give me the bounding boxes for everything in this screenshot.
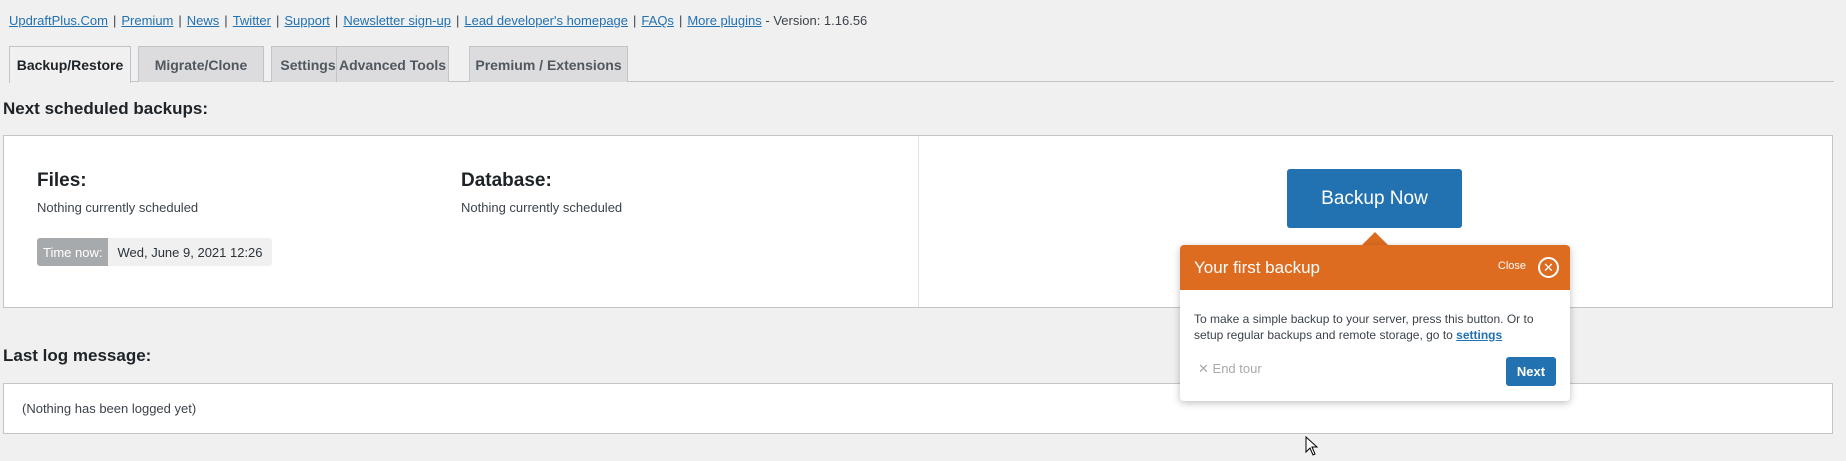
next-scheduled-title: Next scheduled backups: xyxy=(3,99,209,118)
database-heading: Database: xyxy=(461,170,552,191)
tab-premium-extensions[interactable]: Premium / Extensions xyxy=(469,46,628,82)
end-tour-button[interactable]: ✕ End tour xyxy=(1198,361,1262,377)
close-x-icon: ✕ xyxy=(1198,361,1209,376)
link-support[interactable]: Support xyxy=(284,13,330,28)
tour-body: To make a simple backup to your server, … xyxy=(1180,290,1570,343)
tab-advanced-tools[interactable]: Advanced Tools xyxy=(336,46,449,82)
backup-now-button[interactable]: Backup Now xyxy=(1287,169,1462,228)
files-heading: Files: xyxy=(37,170,87,191)
files-schedule: Files: Nothing currently scheduled xyxy=(37,170,198,215)
link-updraftplus-com[interactable]: UpdraftPlus.Com xyxy=(9,13,108,28)
separator: | xyxy=(275,13,280,28)
separator: | xyxy=(678,13,683,28)
link-premium[interactable]: Premium xyxy=(121,13,173,28)
time-now-value: Wed, June 9, 2021 12:26 xyxy=(108,238,272,266)
end-tour-label: End tour xyxy=(1212,361,1262,376)
close-icon[interactable]: ✕ xyxy=(1538,257,1559,278)
files-status: Nothing currently scheduled xyxy=(37,200,199,215)
database-status: Nothing currently scheduled xyxy=(461,200,623,215)
separator: | xyxy=(455,13,460,28)
tour-close-link[interactable]: Close xyxy=(1498,260,1526,272)
last-log-title: Last log message: xyxy=(3,346,152,365)
separator: | xyxy=(178,13,182,28)
time-now-badge: Time now: Wed, June 9, 2021 12:26 xyxy=(37,238,272,266)
tour-title: Your first backup xyxy=(1194,257,1320,277)
tab-backup-restore[interactable]: Backup/Restore xyxy=(9,46,131,83)
tab-settings[interactable]: Settings xyxy=(271,46,345,82)
tour-settings-link[interactable]: settings xyxy=(1456,328,1502,342)
link-more-plugins[interactable]: More plugins xyxy=(687,13,761,28)
log-message: (Nothing has been logged yet) xyxy=(22,401,197,416)
tab-bar: Backup/Restore Migrate/Clone Settings Ad… xyxy=(9,46,1834,83)
separator: | xyxy=(633,13,637,28)
link-lead-developer-homepage[interactable]: Lead developer's homepage xyxy=(464,13,628,28)
database-schedule: Database: Nothing currently scheduled xyxy=(461,170,622,215)
tour-next-button[interactable]: Next xyxy=(1506,357,1556,386)
separator: | xyxy=(334,13,339,28)
separator: | xyxy=(112,13,117,28)
link-news[interactable]: News xyxy=(187,13,220,28)
panel-divider xyxy=(918,136,919,307)
tour-pointer-arrow xyxy=(1361,232,1389,246)
version-text: - Version: 1.16.56 xyxy=(765,13,868,28)
link-faqs[interactable]: FAQs xyxy=(641,13,674,28)
tour-header: Your first backup Close ✕ xyxy=(1180,245,1570,290)
mouse-cursor-icon xyxy=(1305,436,1319,456)
time-now-label: Time now: xyxy=(37,238,109,266)
tour-popup: Your first backup Close ✕ To make a simp… xyxy=(1180,245,1570,401)
separator: | xyxy=(224,13,228,28)
plugin-links-bar: UpdraftPlus.Com | Premium | News | Twitter | Sup… xyxy=(9,13,867,28)
tab-migrate-clone[interactable]: Migrate/Clone xyxy=(138,46,264,82)
link-newsletter-signup[interactable]: Newsletter sign-up xyxy=(343,13,451,28)
link-twitter[interactable]: Twitter xyxy=(233,13,271,28)
